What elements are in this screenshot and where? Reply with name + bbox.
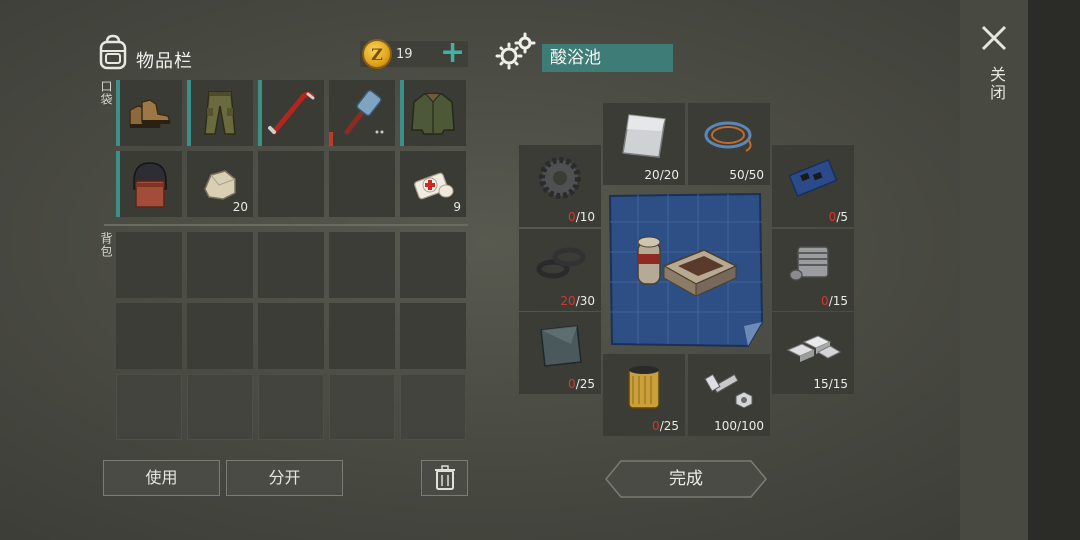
close-icon[interactable] xyxy=(978,22,1010,54)
gear-part-icon xyxy=(539,157,581,199)
backpack-slot[interactable] xyxy=(329,232,395,298)
material-requirement: 0/10 xyxy=(568,210,595,224)
material-rubber-parts[interactable]: 20/30 xyxy=(519,229,601,311)
backpack-slot[interactable] xyxy=(116,232,182,298)
backpack-slot[interactable] xyxy=(329,303,395,369)
engine-cylinder-icon xyxy=(789,246,829,281)
material-requirement: 20/20 xyxy=(644,168,679,182)
durability-bar xyxy=(258,80,262,146)
backpack-icon xyxy=(99,34,127,70)
complete-button[interactable]: 完成 xyxy=(605,460,767,498)
coin-symbol: Z xyxy=(371,45,383,64)
wires-icon xyxy=(704,121,752,152)
pocket-slot-empty[interactable] xyxy=(258,151,324,217)
material-requirement: 15/15 xyxy=(813,377,848,391)
backpack-slot-locked[interactable] xyxy=(400,374,466,440)
hammer-icon xyxy=(344,89,384,135)
material-requirement: 0/25 xyxy=(568,377,595,391)
durability-bar-low xyxy=(329,132,333,146)
backpack-slot[interactable] xyxy=(400,303,466,369)
backpack-slot-locked[interactable] xyxy=(329,374,395,440)
item-count: 9 xyxy=(453,200,461,214)
trash-button[interactable] xyxy=(421,460,468,496)
backpack-slot[interactable] xyxy=(400,232,466,298)
durability-bar xyxy=(187,80,191,146)
bandage-icon xyxy=(414,172,454,200)
settings-gear-icon xyxy=(495,32,536,70)
material-requirement: 0/5 xyxy=(828,210,848,224)
filter-icon xyxy=(628,366,660,409)
material-filter[interactable]: 0/25 xyxy=(603,354,685,436)
rubber-ring-icon xyxy=(536,247,586,279)
split-button[interactable]: 分开 xyxy=(226,460,343,496)
material-bolts[interactable]: 100/100 xyxy=(688,354,770,436)
jacket-icon xyxy=(411,93,455,135)
pocket-slot-pants[interactable] xyxy=(187,80,253,146)
pocket-slot-hammer[interactable] xyxy=(329,80,395,146)
boots-icon xyxy=(129,99,172,128)
sheet-metal-icon xyxy=(622,114,666,158)
durability-bar xyxy=(400,80,404,146)
durability-bar xyxy=(116,80,120,146)
material-requirement: 100/100 xyxy=(714,419,764,433)
backpack-slot[interactable] xyxy=(187,232,253,298)
use-button[interactable]: 使用 xyxy=(103,460,220,496)
coin-count: 19 xyxy=(396,47,413,62)
glass-pane-icon xyxy=(540,325,582,367)
pocket-slot-bandage[interactable]: 9 xyxy=(400,151,466,217)
material-requirement: 50/50 xyxy=(729,168,764,182)
pocket-slot-jacket[interactable] xyxy=(400,80,466,146)
right-edge-panel xyxy=(1028,0,1080,540)
pants-icon xyxy=(204,91,236,135)
material-requirement: 0/15 xyxy=(821,294,848,308)
section-divider xyxy=(104,224,468,226)
pocket-slot-empty[interactable] xyxy=(329,151,395,217)
material-sheet-metal[interactable]: 20/20 xyxy=(603,103,685,185)
backpack-slot[interactable] xyxy=(187,303,253,369)
durability-bar xyxy=(116,151,120,217)
pocket-slot-helmet[interactable] xyxy=(116,151,182,217)
backpack-slot[interactable] xyxy=(258,303,324,369)
trash-icon xyxy=(434,465,455,490)
material-requirement: 0/25 xyxy=(652,419,679,433)
backpack-slot-locked[interactable] xyxy=(116,374,182,440)
pocket-slot-stone[interactable]: 20 xyxy=(187,151,253,217)
crowbar-icon xyxy=(268,91,315,135)
material-engine-part[interactable]: 0/15 xyxy=(772,229,854,311)
pocket-slot-boots[interactable] xyxy=(116,80,182,146)
inventory-title: 物品栏 xyxy=(136,51,193,72)
pocket-slot-crowbar[interactable] xyxy=(258,80,324,146)
close-button-label[interactable]: 关闭 xyxy=(984,66,1008,102)
bolts-icon xyxy=(704,373,753,409)
material-requirement: 20/30 xyxy=(560,294,595,308)
coin-icon: Z xyxy=(362,39,392,69)
backpack-label: 背包 xyxy=(99,232,113,258)
add-coins-button[interactable]: + xyxy=(440,38,465,68)
material-gear[interactable]: 0/10 xyxy=(519,145,601,227)
material-glass[interactable]: 0/25 xyxy=(519,312,601,394)
station-name: 酸浴池 xyxy=(542,44,673,72)
backpack-slot[interactable] xyxy=(258,232,324,298)
circuit-board-icon xyxy=(788,158,838,198)
pocket-label: 口袋 xyxy=(99,80,113,106)
helmet-icon xyxy=(133,162,167,208)
backpack-slot-locked[interactable] xyxy=(187,374,253,440)
acid-bath-blueprint xyxy=(608,192,764,348)
backpack-slot[interactable] xyxy=(116,303,182,369)
material-aluminum[interactable]: 15/15 xyxy=(772,312,854,394)
material-circuit[interactable]: 0/5 xyxy=(772,145,854,227)
aluminum-bars-icon xyxy=(786,335,842,362)
material-wires[interactable]: 50/50 xyxy=(688,103,770,185)
backpack-slot-locked[interactable] xyxy=(258,374,324,440)
item-count: 20 xyxy=(232,200,248,214)
